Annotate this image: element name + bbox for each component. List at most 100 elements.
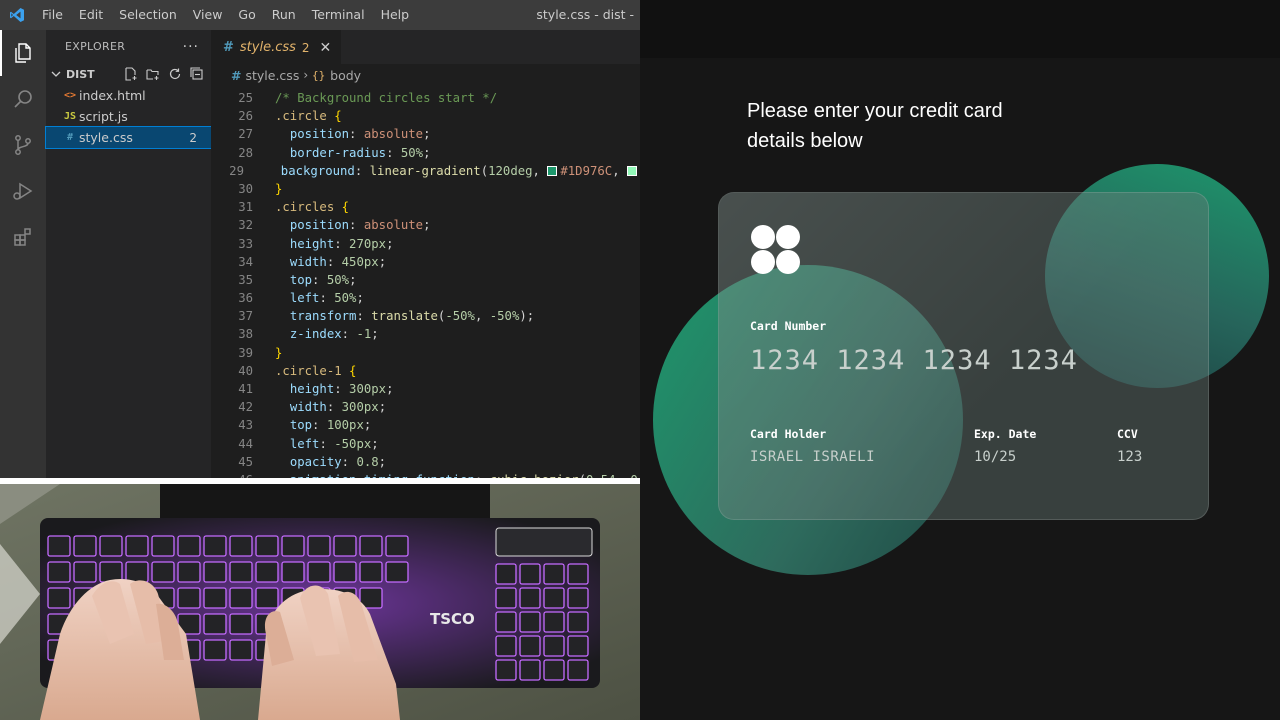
webcam-keyboard-video: TSCO: [0, 484, 640, 720]
color-swatch-icon[interactable]: [627, 165, 637, 176]
line-number: 28: [238, 145, 253, 160]
menu-item-go[interactable]: Go: [230, 0, 263, 30]
numpad-key: [495, 611, 517, 633]
code-token: }: [275, 345, 283, 360]
explorer-sidebar: EXPLORER ··· DIST <> index.html JS script.j…: [45, 30, 212, 478]
code-token: 50%: [326, 272, 350, 287]
explorer-header: EXPLORER ···: [46, 30, 211, 63]
new-folder-icon[interactable]: [145, 66, 161, 82]
css-file-icon: #: [231, 67, 242, 83]
keyboard-key: [333, 561, 357, 583]
numpad-key: [519, 563, 541, 585]
code-token: top: [289, 418, 313, 433]
numpad-key: [543, 659, 565, 681]
file-item-style-css[interactable]: # style.css 2: [45, 126, 212, 149]
code-text: /* Background circles start */: [253, 89, 497, 107]
code-token: opacity: [289, 454, 342, 469]
keyboard-key: [47, 535, 71, 557]
breadcrumb-file[interactable]: style.css: [245, 68, 299, 83]
code-token: 100px: [326, 418, 364, 433]
file-type-icon: JS: [63, 111, 77, 122]
menu-item-run[interactable]: Run: [264, 0, 304, 30]
tab-style-css[interactable]: # style.css 2 ✕: [211, 30, 342, 64]
code-token: ;: [378, 454, 387, 469]
code-line: 40 .circle-1 {: [211, 362, 640, 380]
svg-text:TSCO: TSCO: [430, 610, 475, 628]
run-debug-icon[interactable]: [0, 168, 46, 214]
keyboard-key: [99, 535, 123, 557]
search-icon[interactable]: [0, 76, 46, 122]
refresh-icon[interactable]: [167, 66, 183, 82]
code-token: transform: [289, 309, 357, 324]
card-number-label: Card Number: [750, 319, 827, 333]
line-number: 37: [238, 309, 253, 324]
menu-item-view[interactable]: View: [185, 0, 231, 30]
keyboard-key: [359, 535, 383, 557]
code-token: {: [341, 200, 350, 215]
code-text: }: [253, 344, 282, 362]
code-line: 33 height: 270px;: [211, 235, 640, 253]
code-line: 46 animation-timing-function: cubic-bezi…: [211, 471, 640, 478]
line-number: 36: [238, 291, 253, 306]
code-token: top: [289, 272, 313, 287]
code-text: transform: translate(-50%, -50%);: [253, 307, 534, 325]
menu-item-terminal[interactable]: Terminal: [304, 0, 373, 30]
extensions-icon[interactable]: [0, 214, 46, 260]
vscode-logo-icon: [0, 0, 34, 30]
line-number: 25: [238, 91, 253, 105]
line-number: 45: [238, 454, 253, 469]
explorer-icon[interactable]: [0, 30, 46, 76]
symbol-braces-icon: {}: [312, 69, 325, 81]
menu-item-selection[interactable]: Selection: [111, 0, 185, 30]
breadcrumb-symbol[interactable]: body: [330, 68, 361, 83]
code-line: 27 position: absolute;: [211, 125, 640, 143]
code-editor[interactable]: 25/* Background circles start */26 .circl…: [211, 89, 640, 478]
numpad-key: [495, 587, 517, 609]
keyboard-key: [203, 561, 227, 583]
source-control-icon[interactable]: [0, 122, 46, 168]
tab-bar: # style.css 2 ✕: [211, 30, 640, 64]
line-number: 26: [238, 109, 253, 124]
menu-item-help[interactable]: Help: [373, 0, 418, 30]
folder-name: DIST: [66, 67, 95, 81]
code-token: ;: [378, 254, 387, 269]
code-token: :: [312, 418, 327, 433]
file-item-script-js[interactable]: JS script.js: [46, 106, 211, 127]
file-list: <> index.html JS script.js # style.css 2: [45, 85, 212, 149]
menu-item-edit[interactable]: Edit: [71, 0, 111, 30]
activity-bar: [0, 30, 46, 478]
ccv-value: 123: [1117, 449, 1143, 465]
close-icon[interactable]: ✕: [320, 40, 332, 56]
code-token: height: [289, 382, 335, 396]
file-type-icon: #: [66, 132, 74, 143]
code-token: :: [386, 145, 401, 160]
numpad-key: [567, 563, 589, 585]
keyboard-key: [385, 535, 409, 557]
keyboard-key: [47, 587, 71, 609]
code-token: -1: [356, 327, 372, 342]
file-item-index-html[interactable]: <> index.html: [46, 85, 211, 106]
folder-dist[interactable]: DIST: [46, 63, 211, 85]
prompt-heading-line-2: details below: [747, 130, 863, 152]
code-token: ;: [349, 272, 357, 287]
line-number: 34: [238, 254, 253, 269]
more-actions-icon[interactable]: ···: [183, 39, 199, 55]
code-line: 38 z-index: -1;: [211, 325, 640, 343]
numpad-key: [495, 563, 517, 585]
code-line: 26 .circle {: [211, 107, 640, 125]
menu-item-file[interactable]: File: [34, 0, 71, 30]
new-file-icon[interactable]: [123, 66, 139, 82]
code-token: height: [289, 236, 335, 251]
collapse-all-icon[interactable]: [189, 66, 205, 82]
code-token: :: [334, 382, 350, 396]
line-number: 39: [238, 345, 253, 360]
color-swatch-icon[interactable]: [547, 165, 558, 176]
code-token: absolute: [363, 218, 424, 233]
code-token: ;: [423, 127, 431, 142]
code-token: ;: [423, 145, 431, 160]
code-text: position: absolute;: [253, 125, 431, 143]
